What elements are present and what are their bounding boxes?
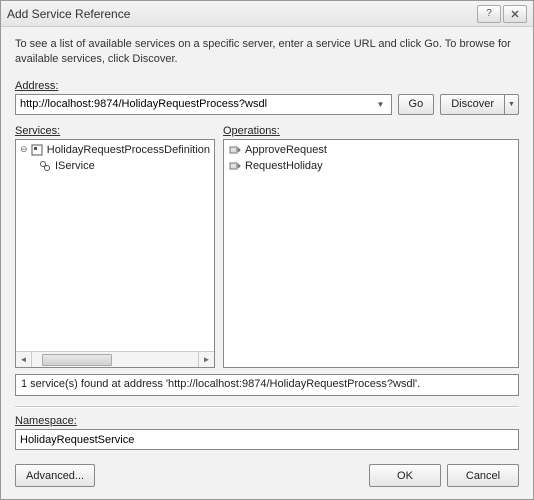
collapse-icon[interactable]: ⊖ [20,144,30,155]
scrollbar-track[interactable] [32,352,198,367]
operation-icon [228,143,242,157]
scrollbar-thumb[interactable] [42,354,112,366]
namespace-input[interactable] [15,429,519,450]
operations-label: Operations: [223,125,519,137]
address-combobox[interactable]: ▼ [15,94,392,115]
close-button[interactable] [503,5,527,23]
service-tree-root-label: HolidayRequestProcessDefinition [47,144,210,156]
discover-dropdown-button[interactable]: ▼ [505,94,519,115]
ok-button[interactable]: OK [369,464,441,487]
cancel-button[interactable]: Cancel [447,464,519,487]
service-tree-child-label: IService [55,160,95,172]
service-icon [30,143,44,157]
namespace-label: Namespace: [15,415,519,427]
add-service-reference-dialog: Add Service Reference ? To see a list of… [0,0,534,500]
discover-button[interactable]: Discover [440,94,505,115]
operation-item[interactable]: RequestHoliday [226,158,516,174]
go-button[interactable]: Go [398,94,435,115]
advanced-button[interactable]: Advanced... [15,464,95,487]
chevron-down-icon[interactable]: ▼ [375,100,387,109]
instructions-text: To see a list of available services on a… [15,37,519,68]
services-label: Services: [15,125,215,137]
titlebar: Add Service Reference ? [1,1,533,27]
operation-item-label: RequestHoliday [245,160,323,172]
operation-icon [228,159,242,173]
operations-list[interactable]: ApproveRequest RequestHoliday [223,139,519,368]
help-button[interactable]: ? [477,5,501,23]
address-input[interactable] [20,98,375,110]
operation-item-label: ApproveRequest [245,144,327,156]
address-label: Address: [15,80,519,92]
services-tree[interactable]: ⊖ HolidayRequestProcessDefinition IServi… [15,139,215,368]
scroll-left-icon[interactable]: ◄ [16,352,32,367]
discover-split-button: Discover ▼ [440,94,519,115]
scroll-right-icon[interactable]: ► [198,352,214,367]
service-tree-child[interactable]: IService [18,158,212,174]
operation-item[interactable]: ApproveRequest [226,142,516,158]
dialog-content: To see a list of available services on a… [1,27,533,499]
separator [15,406,519,407]
service-tree-root[interactable]: ⊖ HolidayRequestProcessDefinition [18,142,212,158]
status-text: 1 service(s) found at address 'http://lo… [15,374,519,396]
window-title: Add Service Reference [7,7,475,21]
contract-icon [38,159,52,173]
horizontal-scrollbar[interactable]: ◄ ► [16,351,214,367]
close-icon [511,10,519,18]
